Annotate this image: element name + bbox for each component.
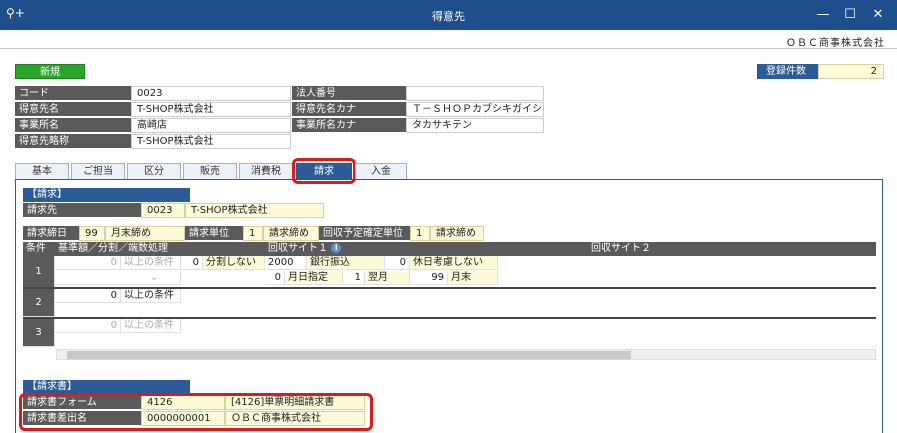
tab-contact[interactable]: ご担当: [71, 163, 125, 180]
row3-condition: 以上の条件: [121, 319, 181, 333]
row1-month-text: 翌月: [365, 271, 410, 285]
row1-month-spec-text: 月日指定: [285, 271, 343, 285]
new-button[interactable]: 新規: [15, 64, 85, 79]
close-icon[interactable]: ✕: [868, 5, 888, 25]
row-number: 2: [23, 289, 55, 317]
collect-unit-value[interactable]: 1: [410, 226, 430, 241]
row1-site1-method: 銀行振込: [307, 256, 385, 270]
row-number: 3: [23, 319, 55, 347]
corp-number-field[interactable]: [406, 86, 544, 101]
tab-category[interactable]: 区分: [127, 163, 181, 180]
closing-day-label: 請求締日: [23, 226, 79, 241]
scrollbar-thumb[interactable]: [67, 351, 631, 359]
info-icon[interactable]: i: [331, 243, 342, 253]
billing-unit-value[interactable]: 1: [243, 226, 263, 241]
collect-unit-text: 請求締め: [430, 226, 484, 241]
code-field[interactable]: 0023: [131, 86, 291, 101]
row1-holiday-value[interactable]: 0: [385, 256, 410, 270]
grid-header-condition: 条件: [23, 242, 55, 256]
invoice-section-header: 【請求書】: [23, 380, 190, 394]
row1-condition: 以上の条件: [121, 256, 181, 270]
reg-count-label: 登録件数: [757, 64, 818, 79]
row1-holiday-text: 休日考慮しない: [410, 256, 498, 270]
closing-day-text: 月末締め: [105, 226, 185, 241]
bill-to-name: T-SHOP株式会社: [185, 203, 324, 218]
office-kana-label: 事業所名カナ: [292, 118, 406, 133]
row1-day-value[interactable]: 99: [410, 271, 448, 285]
grid-header-site2: 回収サイト２: [588, 242, 876, 256]
grid-header-site1: 回収サイト１ i: [265, 242, 588, 256]
row1-split-value[interactable]: 0: [181, 256, 203, 270]
window-title: 得意先: [432, 10, 465, 23]
highlight-invoice-fields: [19, 393, 373, 431]
row2-amount[interactable]: 0: [55, 289, 121, 303]
minimize-icon[interactable]: —: [813, 5, 833, 25]
divider: [0, 48, 897, 49]
row1-month-value[interactable]: 1: [343, 271, 365, 285]
site1-label: 回収サイト１: [268, 243, 328, 254]
row1-day-text: 月末: [448, 271, 498, 285]
code-label: コード: [15, 86, 131, 101]
row1-site1-code[interactable]: 2000: [265, 256, 307, 270]
row1-amount[interactable]: 0: [55, 256, 121, 270]
name-label: 得意先名: [15, 102, 131, 117]
collect-unit-label: 回収予定確定単位: [319, 226, 410, 241]
grid-header-amount: 基準額／分割／端数処理: [55, 242, 265, 256]
tab-tax[interactable]: 消費税: [239, 163, 293, 180]
horizontal-scrollbar[interactable]: [56, 349, 876, 360]
maximize-icon[interactable]: ☐: [840, 5, 860, 25]
chevron-down-icon[interactable]: ⌄: [150, 272, 158, 283]
billing-unit-text: 請求締め: [263, 226, 319, 241]
tab-sales[interactable]: 販売: [183, 163, 237, 180]
office-field[interactable]: 高崎店: [131, 118, 291, 133]
billing-unit-label: 請求単位: [185, 226, 243, 241]
corp-number-label: 法人番号: [292, 86, 406, 101]
company-name: ＯＢＣ商事株式会社: [786, 38, 885, 49]
billing-section-header: 【請求】: [23, 188, 190, 202]
tab-basic[interactable]: 基本: [15, 163, 69, 180]
office-label: 事業所名: [15, 118, 131, 133]
kana-field[interactable]: Ｔ－ＳＨＯＰカブシキガイシ: [406, 102, 544, 117]
row1-subrow-blank: ⌄: [55, 271, 181, 285]
kana-label: 得意先名カナ: [292, 102, 406, 117]
row1-split-text: 分割しない: [203, 256, 265, 270]
row1-month-spec-value[interactable]: 0: [265, 271, 285, 285]
row-number: 1: [23, 256, 55, 288]
short-name-field[interactable]: T-SHOP株式会社: [131, 134, 291, 149]
name-field[interactable]: T-SHOP株式会社: [131, 102, 291, 117]
office-kana-field[interactable]: タカサキテン: [406, 118, 544, 133]
row3-amount[interactable]: 0: [55, 319, 121, 333]
bill-to-label: 請求先: [23, 203, 141, 218]
tab-payment[interactable]: 入金: [355, 163, 407, 180]
short-name-label: 得意先略称: [15, 134, 131, 149]
closing-day-value[interactable]: 99: [79, 226, 105, 241]
row2-condition: 以上の条件: [121, 289, 181, 303]
bill-to-code[interactable]: 0023: [141, 203, 185, 218]
title-bar: ⚲+ 得意先 — ☐ ✕: [0, 0, 897, 30]
reg-count-value: 2: [818, 64, 884, 79]
